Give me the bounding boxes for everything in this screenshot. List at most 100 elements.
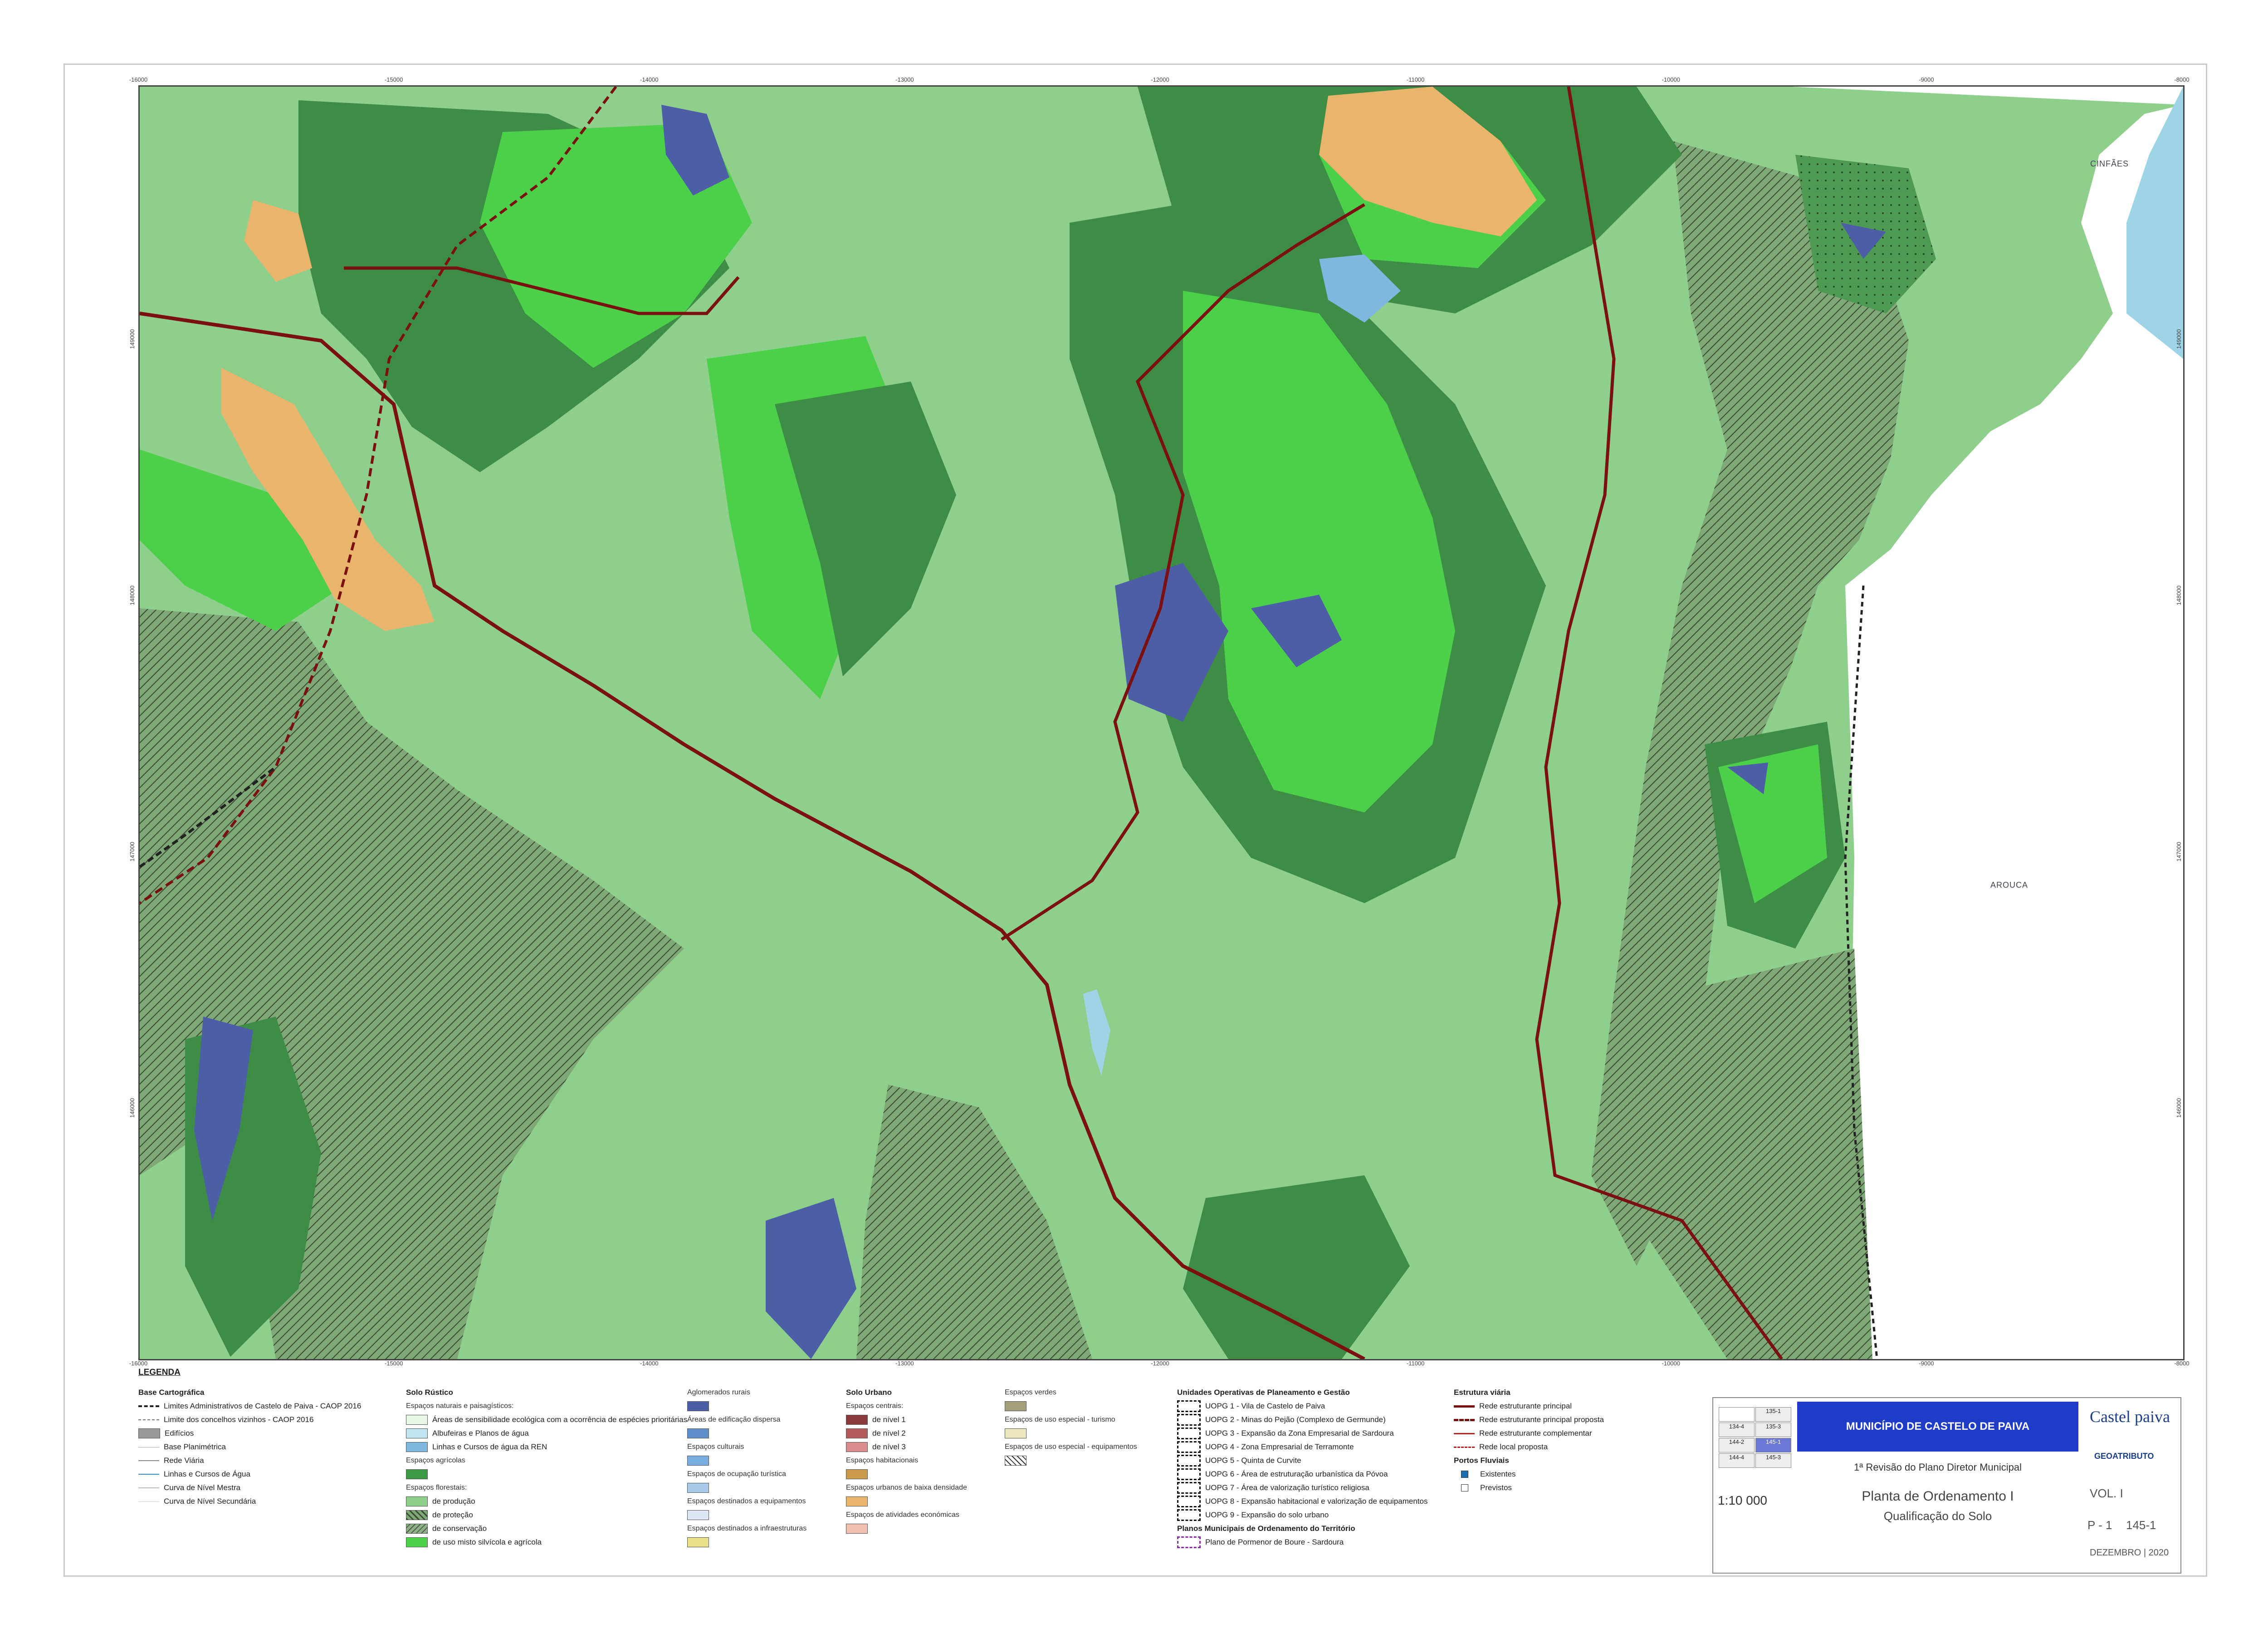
legend-item: Plano de Pormenor de Boure - Sardoura [1177, 1535, 1458, 1549]
legend-subheading: Espaços naturais e paisagísticos: [406, 1402, 514, 1410]
sheet-index-grid: 135-1 134-4 135-3 144-2 145-1 144-4 145-… [1719, 1407, 1791, 1475]
legend-label: Plano de Pormenor de Boure - Sardoura [1205, 1538, 1344, 1546]
legend-item: Albufeiras e Planos de água [406, 1427, 669, 1440]
legend-swatch [1005, 1454, 1177, 1467]
legend-label: Espaços de uso especial - equipamentos [1005, 1443, 1137, 1451]
x-coordinate-label: -10000 [1662, 76, 1680, 83]
legend-urbano-heading: Solo Urbano [846, 1388, 892, 1397]
index-cell: 145-3 [1755, 1453, 1791, 1468]
legend-item: UOPG 8 - Expansão habitacional e valoriz… [1177, 1495, 1458, 1508]
sheet-label: 145-1 [2126, 1518, 2156, 1532]
legend-swatch [687, 1508, 850, 1522]
index-cell-current: 145-1 [1755, 1438, 1791, 1452]
legend-label: Previstos [1480, 1483, 1512, 1492]
index-cell: 135-3 [1755, 1423, 1791, 1437]
place-label-cinfaes: CINFÃES [2090, 159, 2129, 168]
legend-label: Aglomerados rurais [687, 1389, 750, 1396]
legend-item: UOPG 9 - Expansão do solo urbano [1177, 1508, 1458, 1522]
legend-subheading: Espaços centrais: [846, 1402, 904, 1410]
x-coordinate-label: -11000 [1406, 1360, 1425, 1367]
legend-verdes: Espaços verdes Espaços de uso especial -… [1005, 1386, 1177, 1467]
legend-label: Áreas de sensibilidade ecológica com a o… [432, 1415, 688, 1424]
legend-label: de produção [432, 1497, 475, 1506]
x-coordinate-label: -13000 [895, 1360, 914, 1367]
legend-label: Espaços destinados a infraestruturas [687, 1525, 807, 1532]
code-label: P - 1 [2087, 1518, 2112, 1532]
legend-swatch [846, 1522, 1009, 1535]
x-coordinate-label: -14000 [640, 76, 659, 83]
legend-label: UOPG 6 - Área de estruturação urbanístic… [1205, 1470, 1388, 1478]
plan-title: Planta de Ordenamento I [1862, 1489, 2014, 1504]
legend-label: UOPG 5 - Quinta de Curvite [1205, 1456, 1301, 1465]
legend-label: Edifícios [165, 1429, 194, 1438]
legend-label: Espaços verdes [1005, 1389, 1056, 1396]
legend-swatch [687, 1481, 850, 1495]
legend-viaria: Estrutura viária Rede estruturante princ… [1454, 1386, 1662, 1495]
legend-label: Albufeiras e Planos de água [432, 1429, 529, 1438]
legend-item: de nível 1 [846, 1413, 1009, 1427]
legend-rustico: Solo Rústico Espaços naturais e paisagís… [406, 1386, 687, 1549]
legend-label: Limites Administrativos de Castelo de Pa… [164, 1402, 362, 1410]
legend-label: Base Planimétrica [164, 1442, 226, 1451]
scale-label: 1:10 000 [1718, 1493, 1767, 1507]
y-coordinate-label: 147000 [129, 841, 136, 862]
legend-viaria-heading: Estrutura viária [1454, 1388, 1510, 1397]
index-cell: 134-4 [1719, 1423, 1755, 1437]
legend-label: de proteção [432, 1511, 473, 1519]
legend-uopg-heading: Unidades Operativas de Planeamento e Ges… [1177, 1388, 1350, 1397]
legend-swatch [846, 1495, 1009, 1508]
y-coordinate-label: 149000 [2175, 329, 2183, 349]
legend-label: UOPG 2 - Minas do Pejão (Complexo de Ger… [1205, 1415, 1386, 1424]
legend-rustico-heading: Solo Rústico [406, 1388, 453, 1397]
legend-item: Rede estruturante complementar [1454, 1427, 1662, 1440]
legend-item: UOPG 1 - Vila de Castelo de Paiva [1177, 1399, 1458, 1413]
y-coordinate-label: 149000 [129, 329, 136, 349]
legend-label: Espaços de ocupação turística [687, 1470, 786, 1478]
legend-item: Base Planimétrica [138, 1440, 392, 1454]
x-coordinate-label: -9000 [1919, 76, 1934, 83]
legend-pmot-heading: Planos Municipais de Ordenamento do Terr… [1177, 1524, 1355, 1533]
legend-label: Áreas de edificação dispersa [687, 1416, 781, 1423]
x-coordinate-label: -12000 [1151, 76, 1169, 83]
legend-label: Linhas e Cursos de Água [164, 1470, 250, 1478]
x-coordinate-label: -15000 [384, 1360, 403, 1367]
legend-item: Rede local proposta [1454, 1440, 1662, 1454]
legend-aglomerados: Aglomerados rurais Áreas de edificação d… [687, 1386, 850, 1549]
legend-swatch [687, 1427, 850, 1440]
legend-label: UOPG 8 - Expansão habitacional e valoriz… [1205, 1497, 1428, 1506]
legend-label: de conservação [432, 1524, 487, 1533]
legend-item: de nível 2 [846, 1427, 1009, 1440]
date-label: DEZEMBRO | 2020 [2090, 1548, 2169, 1558]
legend-item: Previstos [1454, 1481, 1662, 1495]
legend-uopg: Unidades Operativas de Planeamento e Ges… [1177, 1386, 1458, 1549]
legend-item: Linhas e Cursos de Água [138, 1467, 392, 1481]
port-planned-icon [1461, 1484, 1468, 1491]
index-cell [1719, 1407, 1755, 1422]
legend-subheading: Espaços florestais: [406, 1484, 467, 1491]
legend-label: Espaços de atividades económicas [846, 1511, 959, 1519]
legend-urbano: Solo Urbano Espaços centrais: de nível 1… [846, 1386, 1009, 1535]
legend-label: Curva de Nível Mestra [164, 1483, 241, 1492]
legend-label: Existentes [1480, 1470, 1516, 1478]
legend-label: Linhas e Cursos de água da REN [432, 1442, 547, 1451]
legend-swatch [1005, 1399, 1177, 1413]
legend-item: UOPG 5 - Quinta de Curvite [1177, 1454, 1458, 1467]
x-coordinate-label: -16000 [129, 1360, 148, 1367]
map-frame[interactable]: CINFÃES AROUCA [138, 85, 2185, 1360]
revision-title: 1ª Revisão do Plano Diretor Municipal [1853, 1462, 2022, 1473]
legend-label: Curva de Nível Secundária [164, 1497, 256, 1506]
plan-subtitle: Qualificação do Solo [1883, 1509, 1992, 1523]
legend-item: Rede estruturante principal [1454, 1399, 1662, 1413]
x-coordinate-label: -11000 [1406, 76, 1425, 83]
place-label-arouca: AROUCA [1990, 880, 2028, 890]
legend-label: de uso misto silvícola e agrícola [432, 1538, 542, 1546]
legend-item [406, 1467, 669, 1481]
legend-base-heading: Base Cartográfica [138, 1388, 205, 1397]
land-use-map[interactable] [140, 87, 2183, 1359]
legend-label: UOPG 1 - Vila de Castelo de Paiva [1205, 1402, 1325, 1410]
legend-item: de uso misto silvícola e agrícola [406, 1535, 669, 1549]
x-coordinate-label: -8000 [2174, 76, 2190, 83]
legend-item: Curva de Nível Secundária [138, 1495, 392, 1508]
x-coordinate-label: -13000 [895, 76, 914, 83]
legend-item: UOPG 4 - Zona Empresarial de Terramonte [1177, 1440, 1458, 1454]
